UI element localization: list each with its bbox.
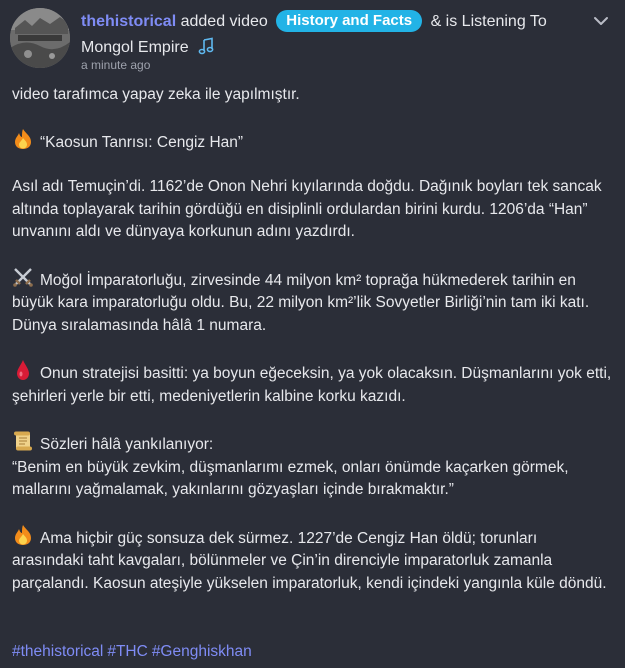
post-header: thehistorical added video History and Fa… xyxy=(81,9,581,61)
activity-post: thehistorical added video History and Fa… xyxy=(0,0,625,668)
hashtag-link[interactable]: #THC xyxy=(107,643,147,660)
paragraph-4: Sözleri hâlâ yankılanıyor: “Benim en büy… xyxy=(12,430,612,502)
paragraph-3: Onun stratejisi basitti: ya boyun eğecek… xyxy=(12,359,612,408)
connector-text: & is Listening To xyxy=(430,13,547,30)
chevron-down-icon[interactable] xyxy=(591,11,611,31)
scroll-icon xyxy=(12,430,34,452)
paragraph-2: Moğol İmparatorluğu, zirvesinde 44 milyo… xyxy=(12,266,612,338)
post-body: video tarafımca yapay zeka ile yapılmışt… xyxy=(12,84,612,617)
intro-text: video tarafımca yapay zeka ile yapılmışt… xyxy=(12,86,300,103)
paragraph-1: Asıl adı Temuçin’di. 1162’de Onon Nehri … xyxy=(12,178,602,240)
post-title: “Kaosun Tanrısı: Cengiz Han” xyxy=(40,133,244,151)
post-timestamp: a minute ago xyxy=(81,58,151,72)
fire-icon xyxy=(12,524,34,546)
hashtag-link[interactable]: #thehistorical xyxy=(12,643,103,660)
paragraph-3-text: Onun stratejisi basitti: ya boyun eğecek… xyxy=(12,365,612,405)
drop-of-blood-icon xyxy=(12,359,34,381)
username-link[interactable]: thehistorical xyxy=(81,13,176,30)
listening-to-text[interactable]: Mongol Empire xyxy=(81,39,189,56)
hashtag-link[interactable]: #Genghiskhan xyxy=(152,643,252,660)
avatar[interactable] xyxy=(10,8,70,68)
avatar-image xyxy=(10,8,70,68)
paragraph-5-text: Ama hiçbir güç sonsuza dek sürmez. 1227’… xyxy=(12,529,607,592)
crossed-swords-icon xyxy=(12,266,34,288)
paragraph-2-text: Moğol İmparatorluğu, zirvesinde 44 milyo… xyxy=(12,271,590,334)
quote-text: “Benim en büyük zevkim, düşmanlarımı ezm… xyxy=(12,458,569,499)
fire-icon xyxy=(12,128,34,150)
paragraph-4-line-1: Sözleri hâlâ yankılanıyor: xyxy=(40,436,214,453)
action-text: added video xyxy=(180,13,268,30)
group-badge[interactable]: History and Facts xyxy=(276,10,423,32)
paragraph-5: Ama hiçbir güç sonsuza dek sürmez. 1227’… xyxy=(12,524,612,596)
hashtag-list: #thehistorical #THC #Genghiskhan xyxy=(12,641,256,663)
title-paragraph: “Kaosun Tanrısı: Cengiz Han” xyxy=(12,128,612,155)
music-note-icon xyxy=(197,37,215,55)
